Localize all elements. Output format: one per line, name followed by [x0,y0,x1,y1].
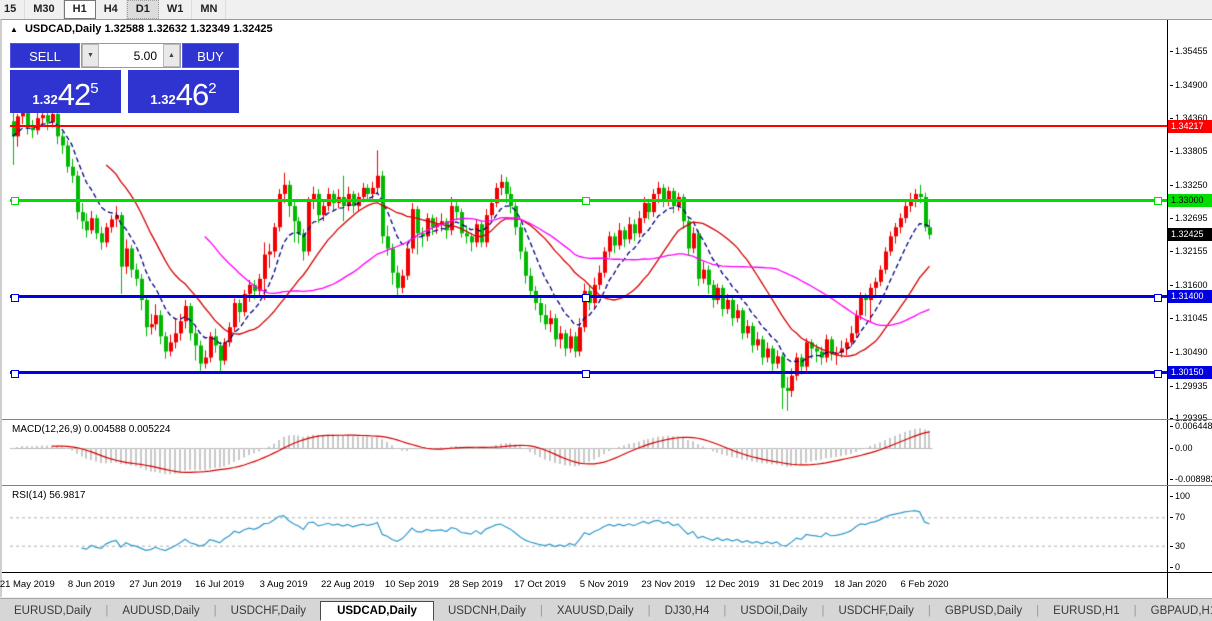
macd-axis-label: -0.008982 [1175,474,1212,484]
date-axis-label: 31 Dec 2019 [769,579,823,590]
volume-increase-icon[interactable]: ▲ [163,44,180,67]
date-axis-label: 5 Nov 2019 [580,579,629,590]
line-handle[interactable] [1154,294,1162,302]
price-tag-1.33000: 1.33000 [1168,194,1212,207]
timeframe-button-d1[interactable]: D1 [127,0,159,19]
rsi-axis-label: 30 [1175,541,1185,551]
price-axis-label: 1.33250 [1175,180,1208,190]
timeframe-button-h4[interactable]: H4 [96,0,127,19]
chart-tab-usdcad-daily[interactable]: USDCAD,Daily [320,601,434,621]
chart-collapse-icon[interactable]: ▲ [10,25,18,34]
chart-tab-gbpusd-daily[interactable]: GBPUSD,Daily [931,602,1036,620]
buy-price-pip: 2 [208,72,216,106]
current-price-tag: 1.32425 [1168,228,1212,241]
date-axis-label: 3 Aug 2019 [260,579,308,590]
line-handle[interactable] [11,370,19,378]
price-tag-1.31400: 1.31400 [1168,290,1212,303]
chart-tab-usdcnh-daily[interactable]: USDCNH,Daily [434,602,540,620]
sell-price-pip: 5 [90,72,98,106]
chart-tab-eurusd-daily[interactable]: EURUSD,Daily [0,602,105,620]
chart-tab-bar: EURUSD,Daily|AUDUSD,Daily|USDCHF,DailyUS… [0,598,1212,621]
buy-price-big: 46 [176,79,208,110]
buy-price-prefix: 1.32 [150,90,175,110]
timeframe-toolbar: 15M30H1H4D1W1MN [0,0,1212,20]
chart-title: ▲ USDCAD,Daily 1.32588 1.32632 1.32349 1… [10,23,273,35]
buy-button[interactable]: BUY [182,43,239,68]
price-axis-label: 1.34900 [1175,80,1208,90]
rsi-axis-label: 70 [1175,512,1185,522]
line-handle[interactable] [582,370,590,378]
pane-splitter-rsi[interactable] [2,485,1212,486]
chart-tab-gbpaud-h1[interactable]: GBPAUD,H1 [1137,602,1212,620]
chart-tab-usdoil-daily[interactable]: USDOil,Daily [726,602,821,620]
line-handle[interactable] [582,294,590,302]
chart-ohlc-values: 1.32588 1.32632 1.32349 1.32425 [104,23,272,35]
date-axis-label: 23 Nov 2019 [641,579,695,590]
line-handle[interactable] [1154,197,1162,205]
sell-price-big: 42 [58,79,90,110]
price-tag-1.34217: 1.34217 [1168,120,1212,133]
price-axis-label: 1.35455 [1175,46,1208,56]
terminal-window: 15M30H1H4D1W1MN ▲ USDCAD,Daily 1.32588 1… [0,0,1212,621]
date-axis-label: 16 Jul 2019 [195,579,244,590]
price-axis-label: 1.32155 [1175,246,1208,256]
timeframe-button-h1[interactable]: H1 [64,0,96,19]
line-handle[interactable] [1154,370,1162,378]
timeframe-button-m30[interactable]: M30 [25,0,63,19]
timeframe-button-mn[interactable]: MN [192,0,226,19]
rsi-axis-label: 0 [1175,562,1180,572]
macd-axis-label: 0.00 [1175,443,1193,453]
date-axis-label: 21 May 2019 [0,579,55,590]
one-click-trading-panel: SELL ▼ ▲ BUY 1.32425 1.32462 [10,43,239,113]
price-axis-label: 1.31600 [1175,280,1208,290]
chart-tab-usdchf-daily[interactable]: USDCHF,Daily [217,602,320,620]
volume-decrease-icon[interactable]: ▼ [82,44,99,67]
buy-price-button[interactable]: 1.32462 [128,70,239,113]
rsi-label: RSI(14) 56.9817 [12,490,85,501]
timeframe-button-w1[interactable]: W1 [159,0,193,19]
line-handle[interactable] [582,197,590,205]
price-axis-label: 1.33805 [1175,146,1208,156]
macd-indicator-canvas[interactable] [10,420,1167,485]
chart-tab-audusd-daily[interactable]: AUDUSD,Daily [108,602,213,620]
price-axis-label: 1.29935 [1175,381,1208,391]
price-axis-label: 1.31045 [1175,313,1208,323]
price-axis-label: 1.30490 [1175,347,1208,357]
volume-input[interactable] [99,44,163,67]
rsi-indicator-canvas[interactable] [10,486,1167,571]
date-axis-label: 6 Feb 2020 [901,579,949,590]
macd-axis-label: 0.006448 [1175,421,1212,431]
chart-tab-usdchf-daily[interactable]: USDCHF,Daily [824,602,927,620]
pane-splitter-macd[interactable] [2,419,1212,420]
date-axis-label: 28 Sep 2019 [449,579,503,590]
line-handle[interactable] [11,197,19,205]
price-axis-label: 1.32695 [1175,213,1208,223]
rsi-axis-label: 100 [1175,491,1190,501]
date-axis-label: 17 Oct 2019 [514,579,566,590]
price-axis[interactable]: 1.354551.349001.343601.338051.332501.326… [1168,20,1212,598]
date-axis-label: 12 Dec 2019 [705,579,759,590]
chart-tab-dj30-h4[interactable]: DJ30,H4 [651,602,724,620]
horizontal-line-1.34217[interactable] [10,125,1167,127]
volume-spinner: ▼ ▲ [81,43,181,68]
timeframe-button-15[interactable]: 15 [0,0,25,19]
date-axis-label: 8 Jun 2019 [68,579,115,590]
macd-label: MACD(12,26,9) 0.004588 0.005224 [12,424,170,435]
chart-tab-xauusd-daily[interactable]: XAUUSD,Daily [543,602,648,620]
chart-window: ▲ USDCAD,Daily 1.32588 1.32632 1.32349 1… [0,19,1212,597]
chart-symbol-label: USDCAD,Daily [25,23,101,35]
sell-price-prefix: 1.32 [32,90,57,110]
chart-tab-eurusd-h1[interactable]: EURUSD,H1 [1039,602,1133,620]
price-tag-1.30150: 1.30150 [1168,366,1212,379]
date-axis-label: 22 Aug 2019 [321,579,374,590]
sell-price-button[interactable]: 1.32425 [10,70,121,113]
sell-button[interactable]: SELL [10,43,80,68]
date-axis-label: 18 Jan 2020 [834,579,886,590]
line-handle[interactable] [11,294,19,302]
date-axis-label: 27 Jun 2019 [129,579,181,590]
time-axis[interactable]: 21 May 2019 8 Jun 2019 27 Jun 2019 16 Jul 2… [2,573,1167,597]
date-axis-label: 10 Sep 2019 [385,579,439,590]
time-axis-line [2,572,1212,573]
